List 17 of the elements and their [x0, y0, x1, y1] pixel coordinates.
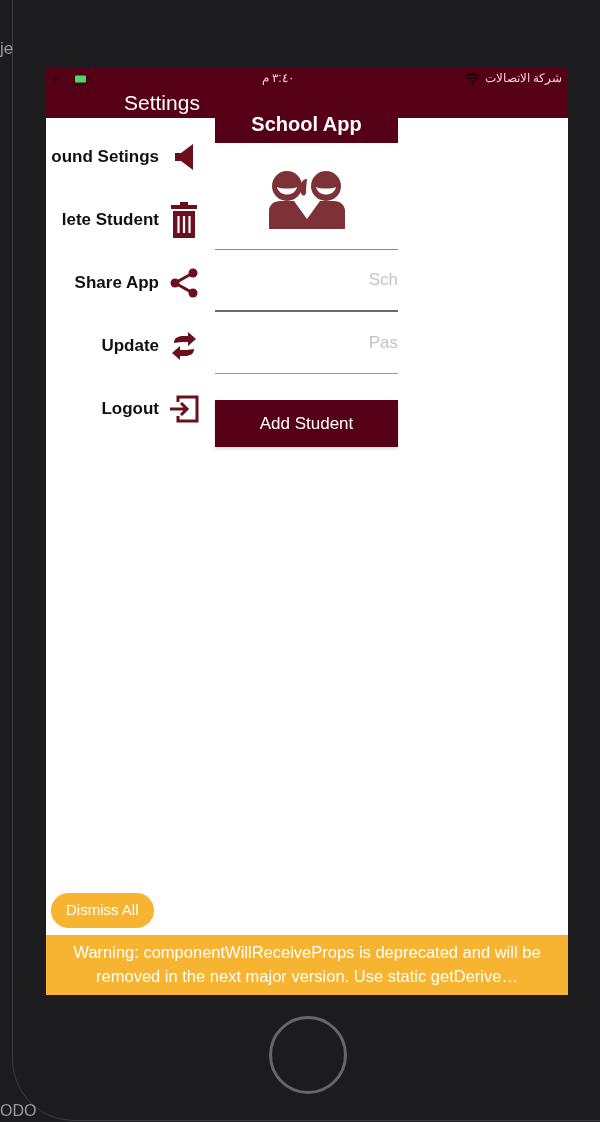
drawer-item[interactable]: Update: [46, 314, 215, 377]
trash-icon: [169, 200, 199, 239]
code-text: ODO: [0, 1101, 37, 1121]
add-button[interactable]: Add Student: [215, 400, 398, 447]
drawer-item[interactable]: ound Setings: [46, 125, 215, 188]
carrier-text: شركة الاتصالات: [484, 70, 562, 87]
share-icon: [169, 267, 199, 298]
drawer-title: Settings: [123, 90, 201, 116]
drawer-item[interactable]: Share App: [46, 251, 215, 314]
clock-text: ٣:٤٠ م: [262, 70, 294, 87]
children-icon: [266, 169, 347, 229]
code-text: je: [0, 38, 14, 60]
app-title: School App: [251, 112, 362, 137]
home-button[interactable]: [268, 1016, 347, 1094]
drawer-item[interactable]: Logout: [46, 377, 215, 440]
drawer-item[interactable]: lete Student: [46, 188, 215, 251]
exit-icon: [169, 394, 199, 423]
